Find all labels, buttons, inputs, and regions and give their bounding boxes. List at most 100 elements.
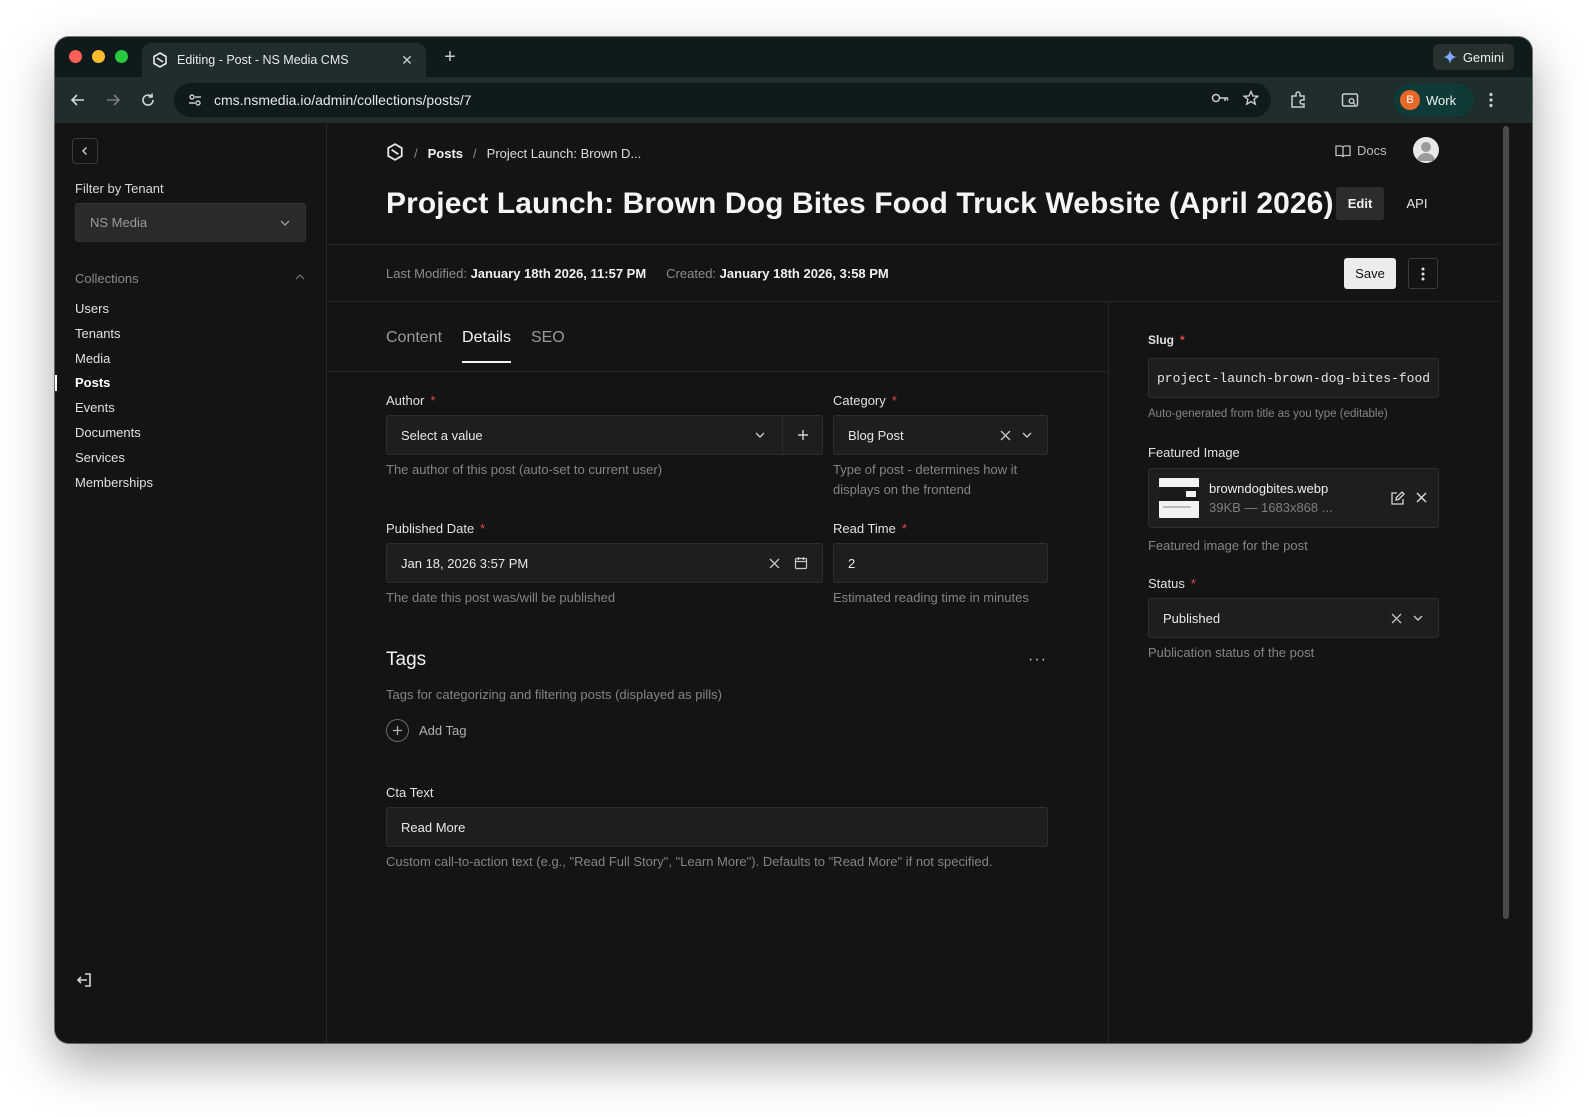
password-key-icon[interactable] [1211,90,1229,111]
user-avatar[interactable] [1413,137,1439,163]
tags-more-options[interactable]: ··· [1028,651,1047,669]
url-text[interactable]: cms.nsmedia.io/admin/collections/posts/7 [214,92,1211,108]
sidebar: Filter by Tenant NS Media Collections Us… [55,123,327,1043]
add-author-button[interactable] [782,416,822,454]
logout-icon[interactable] [75,971,95,991]
book-icon [1335,144,1351,157]
browser-window: Editing - Post - NS Media CMS ✕ + Gemini… [55,37,1532,1043]
chevron-down-icon [1413,615,1423,621]
edit-pencil-icon[interactable] [1390,490,1405,506]
breadcrumb-separator: / [473,146,477,161]
sidebar-item-memberships[interactable]: Memberships [75,471,153,496]
tabs-underline [328,371,1108,372]
save-button[interactable]: Save [1344,258,1396,289]
cta-text-input[interactable]: Read More [386,807,1048,847]
read-time-value: 2 [848,555,856,571]
sidebar-item-posts[interactable]: Posts [55,371,153,396]
api-tab-button[interactable]: API [1398,187,1436,220]
browser-toolbar: cms.nsmedia.io/admin/collections/posts/7… [55,77,1532,123]
required-mark: * [1180,333,1185,347]
clear-x-icon[interactable] [1000,430,1011,441]
add-tag-label: Add Tag [419,723,467,738]
tab-details[interactable]: Details [462,329,511,363]
extensions-icon[interactable] [1286,88,1310,112]
required-mark: * [430,393,436,408]
column-divider [1108,301,1109,1043]
featured-image-size: 39KB — 1683x868 ... [1209,500,1333,515]
sidebar-item-documents[interactable]: Documents [75,421,153,446]
tab-seo[interactable]: SEO [531,329,565,363]
author-select[interactable]: Select a value [386,415,823,455]
read-time-hint: Estimated reading time in minutes [833,590,1029,605]
tab-search-icon[interactable] [1338,88,1362,112]
reload-icon[interactable] [137,89,159,111]
collapse-sidebar-button[interactable] [72,138,98,164]
category-select[interactable]: Blog Post [833,415,1048,455]
close-tab-icon[interactable]: ✕ [398,51,416,69]
close-window-button[interactable] [69,50,82,63]
author-hint: The author of this post (auto-set to cur… [386,462,663,477]
maximize-window-button[interactable] [115,50,128,63]
sidebar-item-tenants[interactable]: Tenants [75,322,153,347]
add-tag-button[interactable]: Add Tag [386,719,466,742]
published-date-hint: The date this post was/will be published [386,590,616,605]
sidebar-item-media[interactable]: Media [75,347,153,372]
required-mark: * [1190,576,1196,591]
browser-tab[interactable]: Editing - Post - NS Media CMS ✕ [142,43,426,77]
clear-x-icon[interactable] [1391,613,1402,624]
collections-label: Collections [75,271,139,286]
sidebar-item-users[interactable]: Users [75,297,153,322]
page-scrollbar[interactable] [1500,123,1512,1043]
home-logo-icon[interactable] [386,143,404,164]
bookmark-star-icon[interactable] [1242,89,1260,111]
docs-link[interactable]: Docs [1335,143,1387,158]
author-placeholder: Select a value [401,427,483,443]
status-select[interactable]: Published [1148,598,1439,638]
status-label-text: Status [1148,576,1185,591]
scrollbar-thumb[interactable] [1503,126,1509,919]
created-label: Created: [666,266,717,281]
slug-value: project-launch-brown-dog-bites-food- [1157,370,1430,386]
more-options-button[interactable] [1408,258,1438,289]
docs-label: Docs [1357,143,1387,158]
featured-image-filename[interactable]: browndogbites.webp [1209,481,1390,496]
featured-image-meta: browndogbites.webp 39KB — 1683x868 ... [1209,481,1390,515]
sidebar-item-events[interactable]: Events [75,396,153,421]
collections-nav: Users Tenants Media Posts Events Documen… [55,297,153,496]
collections-toggle[interactable]: Collections [75,271,306,286]
remove-x-icon[interactable] [1415,491,1428,504]
cta-text-label: Cta Text [386,785,434,800]
slug-input[interactable]: project-launch-brown-dog-bites-food- [1148,358,1439,398]
new-tab-button[interactable]: + [439,46,461,68]
forward-arrow-icon[interactable] [102,89,124,111]
site-settings-icon[interactable] [186,91,204,109]
gemini-button[interactable]: Gemini [1432,44,1514,70]
last-modified: Last Modified: January 18th 2026, 11:57 … [386,266,646,281]
plus-icon [797,430,808,440]
profile-button[interactable]: B Work [1394,84,1474,116]
calendar-icon[interactable] [794,556,808,570]
profile-label: Work [1426,92,1457,108]
featured-image-card: browndogbites.webp 39KB — 1683x868 ... [1148,468,1439,528]
tags-heading: Tags [386,649,427,670]
chevron-up-icon [295,274,305,280]
cta-text-value: Read More [401,819,466,835]
breadcrumb-current: Project Launch: Brown D... [486,146,642,161]
featured-image-actions [1390,490,1428,506]
tab-content[interactable]: Content [386,329,442,363]
address-bar[interactable]: cms.nsmedia.io/admin/collections/posts/7 [174,83,1271,117]
minimize-window-button[interactable] [92,50,105,63]
featured-image-thumbnail[interactable] [1159,478,1199,518]
published-date-input[interactable]: Jan 18, 2026 3:57 PM [386,543,823,583]
breadcrumb-posts-link[interactable]: Posts [428,146,463,161]
slug-label: Slug * [1148,333,1185,347]
chevron-down-icon [755,432,765,438]
tenant-select[interactable]: NS Media [75,203,306,242]
back-arrow-icon[interactable] [67,89,89,111]
edit-tab-button[interactable]: Edit [1336,187,1384,220]
read-time-input[interactable]: 2 [833,543,1048,583]
sidebar-item-services[interactable]: Services [75,446,153,471]
browser-menu-icon[interactable] [1479,88,1503,112]
divider [328,301,1500,302]
clear-x-icon[interactable] [769,558,780,569]
